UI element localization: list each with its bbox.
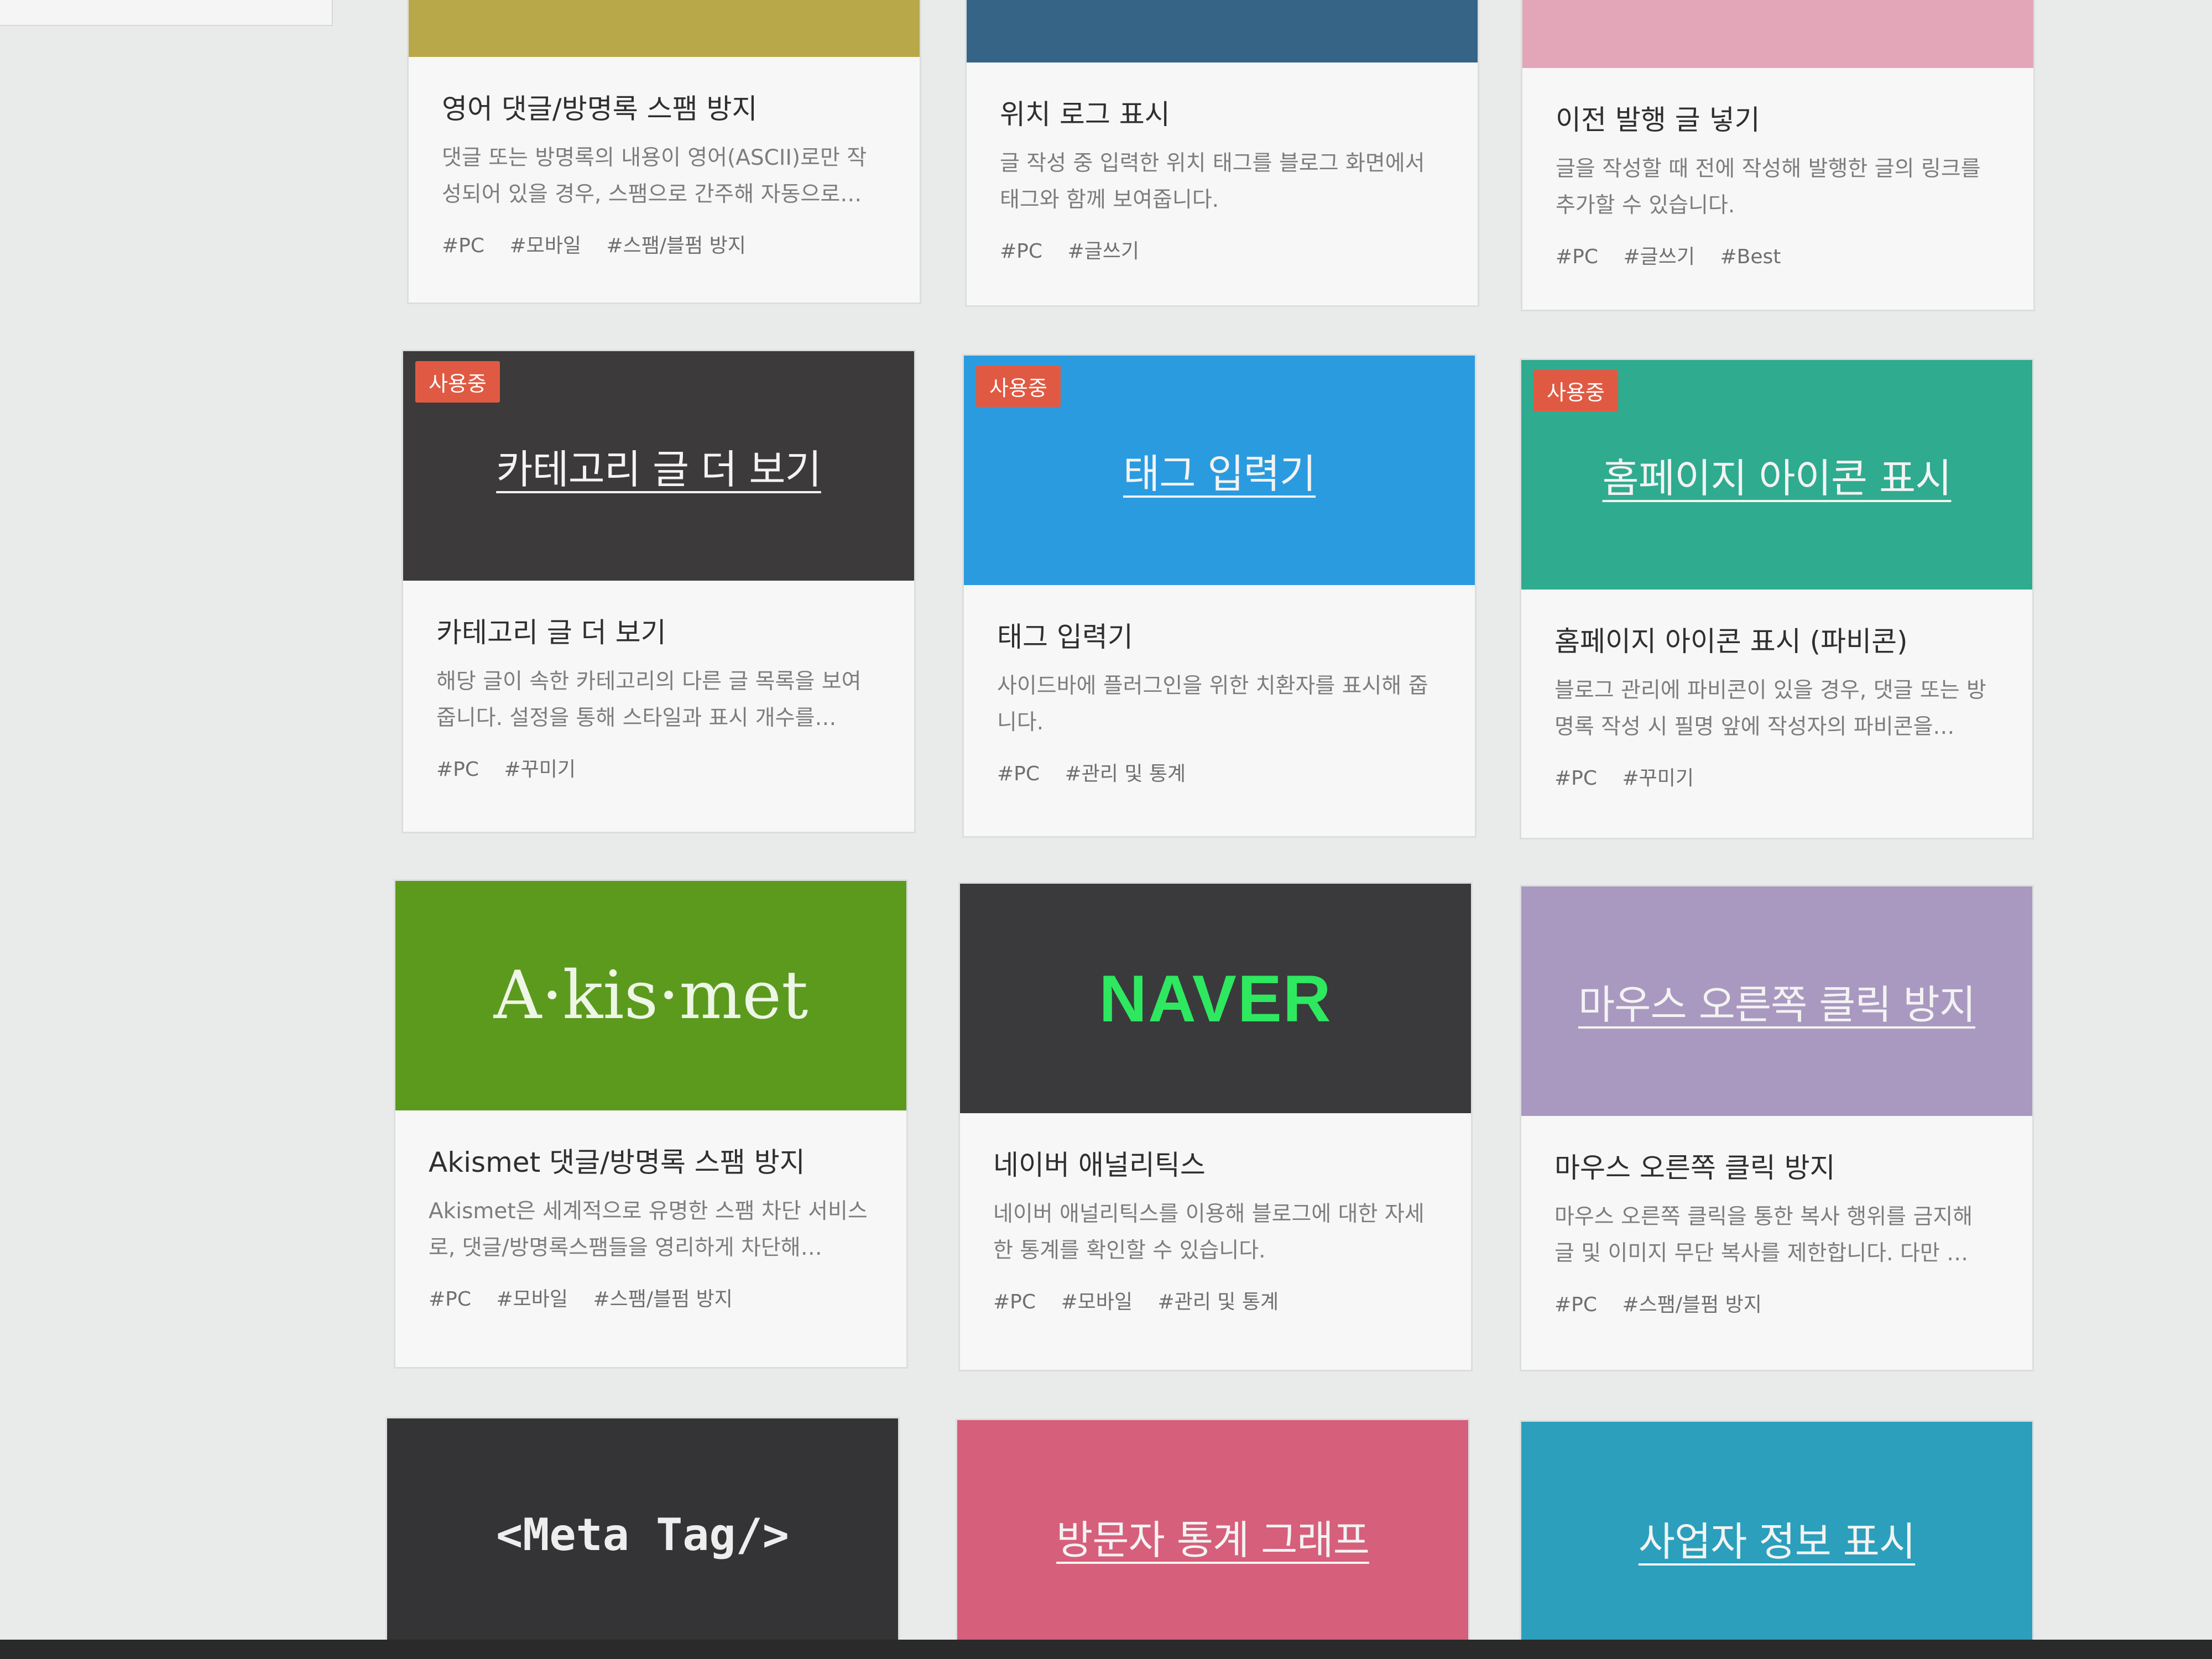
plugin-thumbnail [1522, 0, 2033, 68]
plugin-title: 카테고리 글 더 보기 [436, 617, 666, 649]
tag[interactable]: #PC [997, 763, 1040, 785]
plugin-title: 이전 발행 글 넣기 [1556, 104, 1760, 136]
tag[interactable]: #PC [1556, 246, 1598, 268]
meta-tag-logo: <Meta Tag/> [496, 1509, 789, 1561]
plugin-card-akismet[interactable]: A·kis·met Akismet 댓글/방명록 스팸 방지 Akismet은 … [394, 879, 908, 1369]
plugin-card-meta-tag[interactable]: <Meta Tag/> [385, 1417, 900, 1651]
tag[interactable]: #스팸/블펌 방지 [1622, 1293, 1761, 1316]
plugin-description: Akismet은 세계적으로 유명한 스팸 차단 서비스로, 댓글/방명록스팸들… [429, 1199, 868, 1260]
plugin-title: 네이버 애널리틱스 [993, 1149, 1206, 1181]
plugin-description: 글 작성 중 입력한 위치 태그를 블로그 화면에서 태그와 함께 보여줍니다. [1000, 151, 1425, 212]
plugin-thumbnail: 사용중 태그 입력기 [964, 356, 1475, 585]
tag[interactable]: #PC [436, 758, 479, 781]
plugin-thumbnail: 사용중 홈페이지 아이콘 표시 [1521, 360, 2032, 589]
plugin-tags: #PC #모바일 #스팸/블펌 방지 [442, 229, 886, 258]
plugin-title: 태그 입력기 [997, 621, 1133, 653]
tag[interactable]: #모바일 [509, 234, 581, 257]
plugin-title: Akismet 댓글/방명록 스팸 방지 [429, 1146, 805, 1178]
plugin-description: 사이드바에 플러그인을 위한 치환자를 표시해 줍니다. [997, 674, 1428, 735]
thumbnail-title: 방문자 통계 그래프 [1056, 1516, 1370, 1563]
thumbnail-title: 태그 입력기 [1123, 451, 1316, 497]
plugin-tags: #PC #관리 및 통계 [997, 758, 1442, 786]
plugin-card-category-more[interactable]: 사용중 카테고리 글 더 보기 카테고리 글 더 보기 해당 글이 속한 카테고… [401, 349, 916, 833]
thumbnail-title: 사업자 정보 표시 [1638, 1518, 1916, 1565]
tag[interactable]: #관리 및 통계 [1065, 763, 1186, 785]
plugin-thumbnail: 사업자 정보 표시 [1521, 1422, 2032, 1654]
tag[interactable]: #모바일 [1061, 1291, 1133, 1313]
plugin-description: 해당 글이 속한 카테고리의 다른 글 목록을 보여줍니다. 설정을 통해 스타… [436, 669, 862, 731]
plugin-thumbnail [409, 0, 920, 57]
thumbnail-title: 카테고리 글 더 보기 [496, 446, 822, 493]
tag[interactable]: #꾸미기 [504, 758, 576, 781]
plugin-tags: #PC #스팸/블펌 방지 [1554, 1288, 1999, 1317]
naver-logo: NAVER [1099, 961, 1332, 1036]
plugin-card-right-click-block[interactable]: 마우스 오른쪽 클릭 방지 마우스 오른쪽 클릭 방지 마우스 오른쪽 클릭을 … [1520, 885, 2034, 1371]
plugin-thumbnail: 사용중 카테고리 글 더 보기 [403, 351, 914, 581]
in-use-badge: 사용중 [1533, 370, 1618, 411]
plugin-description: 블로그 관리에 파비콘이 있을 경우, 댓글 또는 방명록 작성 시 필명 앞에… [1554, 678, 1986, 739]
plugin-tags: #PC #꾸미기 [436, 753, 881, 782]
in-use-badge: 사용중 [415, 361, 500, 403]
plugin-card-tag-input[interactable]: 사용중 태그 입력기 태그 입력기 사이드바에 플러그인을 위한 치환자를 표시… [962, 354, 1477, 838]
plugin-thumbnail [967, 0, 1478, 62]
tag[interactable]: #스팸/블펌 방지 [593, 1288, 732, 1311]
tag[interactable]: #PC [993, 1291, 1036, 1313]
plugin-tags: #PC #글쓰기 [1000, 235, 1444, 264]
plugin-card-previous-post[interactable]: 이전 발행 글 넣기 글을 작성할 때 전에 작성해 발행한 글의 링크를 추가… [1521, 0, 2035, 311]
plugin-thumbnail: <Meta Tag/> [387, 1418, 898, 1651]
tag[interactable]: #글쓰기 [1067, 240, 1139, 263]
plugin-tags: #PC #글쓰기 #Best [1556, 241, 2000, 269]
sidebar-panel [0, 0, 333, 26]
plugin-tags: #PC #모바일 #관리 및 통계 [993, 1286, 1438, 1314]
plugin-description: 댓글 또는 방명록의 내용이 영어(ASCII)로만 작성되어 있을 경우, 스… [442, 145, 867, 207]
tag[interactable]: #꾸미기 [1622, 767, 1694, 790]
plugin-card-english-spam[interactable]: 영어 댓글/방명록 스팸 방지 댓글 또는 방명록의 내용이 영어(ASCII)… [407, 0, 921, 304]
thumbnail-title: 홈페이지 아이콘 표시 [1602, 455, 1952, 502]
tag[interactable]: #글쓰기 [1623, 246, 1695, 268]
plugin-description: 글을 작성할 때 전에 작성해 발행한 글의 링크를 추가할 수 있습니다. [1556, 156, 1981, 218]
tag[interactable]: #Best [1720, 246, 1781, 268]
tag[interactable]: #스팸/블펌 방지 [606, 234, 745, 257]
tag[interactable]: #PC [429, 1288, 471, 1311]
plugin-description: 마우스 오른쪽 클릭을 통한 복사 행위를 금지해 글 및 이미지 무단 복사를… [1554, 1204, 1973, 1266]
plugin-card-naver-analytics[interactable]: NAVER 네이버 애널리틱스 네이버 애널리틱스를 이용해 블로그에 대한 자… [958, 882, 1473, 1371]
akismet-logo: A·kis·met [493, 957, 808, 1034]
tag[interactable]: #PC [1554, 1293, 1597, 1316]
plugin-thumbnail: 방문자 통계 그래프 [957, 1420, 1468, 1652]
plugin-title: 마우스 오른쪽 클릭 방지 [1554, 1152, 1835, 1184]
plugin-card-visitor-graph[interactable]: 방문자 통계 그래프 [956, 1418, 1470, 1652]
tag[interactable]: #관리 및 통계 [1157, 1291, 1279, 1313]
plugin-title: 위치 로그 표시 [1000, 98, 1170, 131]
in-use-badge: 사용중 [976, 366, 1061, 407]
plugin-title: 홈페이지 아이콘 표시 (파비콘) [1554, 625, 1908, 658]
plugin-thumbnail: NAVER [960, 884, 1471, 1113]
plugin-card-location-log[interactable]: 위치 로그 표시 글 작성 중 입력한 위치 태그를 블로그 화면에서 태그와 … [965, 0, 1479, 307]
tag[interactable]: #모바일 [496, 1288, 568, 1311]
taskbar [0, 1640, 2212, 1659]
plugin-thumbnail: 마우스 오른쪽 클릭 방지 [1521, 886, 2032, 1116]
tag[interactable]: #PC [1554, 767, 1597, 790]
plugin-card-favicon[interactable]: 사용중 홈페이지 아이콘 표시 홈페이지 아이콘 표시 (파비콘) 블로그 관리… [1520, 358, 2034, 839]
plugin-title: 영어 댓글/방명록 스팸 방지 [442, 93, 758, 125]
plugin-description: 네이버 애널리틱스를 이용해 블로그에 대한 자세한 통계를 확인할 수 있습니… [993, 1202, 1425, 1263]
tag[interactable]: #PC [442, 234, 484, 257]
plugin-thumbnail: A·kis·met [395, 881, 906, 1110]
plugin-tags: #PC #꾸미기 [1554, 762, 1999, 791]
thumbnail-title: 마우스 오른쪽 클릭 방지 [1578, 982, 1976, 1028]
plugin-tags: #PC #모바일 #스팸/블펌 방지 [429, 1283, 873, 1312]
plugin-card-business-info[interactable]: 사업자 정보 표시 [1520, 1420, 2034, 1654]
tag[interactable]: #PC [1000, 240, 1042, 263]
